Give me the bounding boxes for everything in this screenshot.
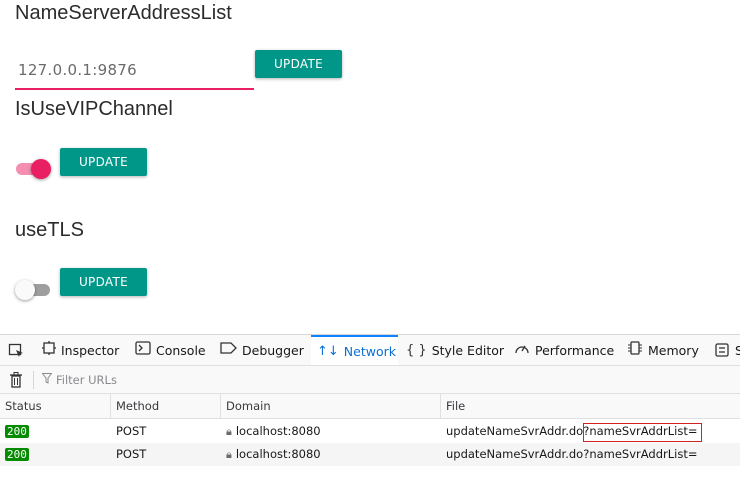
use-tls-title: useTLS <box>15 219 84 241</box>
filter-placeholder: Filter URLs <box>56 373 117 387</box>
use-tls-toggle[interactable] <box>15 278 51 300</box>
toggle-thumb <box>15 280 35 300</box>
tab-memory[interactable]: Memory <box>627 335 699 365</box>
column-method[interactable]: Method <box>111 394 221 419</box>
style-editor-icon: { } <box>406 342 427 358</box>
request-table-header: Status Method Domain File <box>0 394 740 419</box>
tab-performance[interactable]: Performance <box>514 335 614 365</box>
request-domain: localhost:8080 <box>235 424 321 438</box>
request-file-path: updateNameSvrAddr.do? <box>446 424 590 438</box>
tab-debugger[interactable]: Debugger <box>220 335 304 365</box>
performance-icon <box>514 341 530 359</box>
request-method: POST <box>116 447 147 461</box>
filter-urls-input[interactable]: Filter URLs <box>41 373 117 387</box>
network-toolbar: Filter URLs <box>0 366 740 394</box>
element-picker-icon[interactable] <box>8 335 24 365</box>
column-file[interactable]: File <box>441 394 740 419</box>
use-tls-update-button[interactable]: UPDATE <box>60 268 147 296</box>
vip-channel-update-button[interactable]: UPDATE <box>60 148 147 176</box>
tab-label: Performance <box>535 342 615 358</box>
toolbar-divider <box>33 371 34 389</box>
request-row[interactable]: 200 POST 🔒︎ localhost:8080 updateNameSvrA… <box>0 420 740 443</box>
column-status[interactable]: Status <box>0 394 111 419</box>
nameserver-input[interactable] <box>15 50 254 88</box>
tab-label: Style Editor <box>431 342 505 358</box>
nameserver-field[interactable] <box>15 50 254 90</box>
network-icon: ↑↓ <box>317 343 339 359</box>
lock-icon: 🔒︎ <box>226 448 232 461</box>
devtools-tab-bar: Inspector Console Debugger ↑↓ Network { … <box>0 335 740 366</box>
status-badge: 200 <box>5 448 29 461</box>
devtools-panel: Inspector Console Debugger ↑↓ Network { … <box>0 334 740 491</box>
request-method: POST <box>116 424 147 438</box>
tab-network[interactable]: ↑↓ Network <box>311 335 398 365</box>
tab-label: Console <box>156 342 206 358</box>
request-domain: localhost:8080 <box>235 447 321 461</box>
request-file-path: updateNameSvrAddr.do? <box>446 447 590 461</box>
trash-icon[interactable] <box>9 372 23 391</box>
tab-label: Memory <box>648 342 699 358</box>
tab-label: Inspector <box>61 342 120 358</box>
nameserver-update-button[interactable]: UPDATE <box>255 50 342 78</box>
debugger-icon <box>220 341 237 359</box>
query-highlight-box <box>583 423 702 442</box>
memory-icon <box>627 340 643 360</box>
toggle-thumb <box>31 159 51 179</box>
tab-label: Debugger <box>242 342 304 358</box>
tab-inspector[interactable]: Inspector <box>42 335 119 365</box>
column-domain[interactable]: Domain <box>221 394 441 419</box>
storage-icon[interactable]: S <box>714 335 740 365</box>
console-icon <box>135 341 151 359</box>
status-badge: 200 <box>5 425 29 438</box>
request-file-query: nameSvrAddrList= <box>589 447 698 461</box>
lock-icon: 🔒︎ <box>226 425 232 438</box>
request-row[interactable]: 200 POST 🔒︎ localhost:8080 updateNameSvrA… <box>0 443 740 466</box>
filter-icon <box>41 373 53 387</box>
vip-channel-toggle[interactable] <box>15 157 51 179</box>
tab-style-editor[interactable]: { } Style Editor <box>406 335 504 365</box>
nameserver-title: NameServerAddressList <box>15 2 232 24</box>
inspector-icon <box>42 341 56 359</box>
tab-label: Network <box>343 343 396 359</box>
tab-console[interactable]: Console <box>135 335 206 365</box>
vip-channel-title: IsUseVIPChannel <box>15 98 173 120</box>
